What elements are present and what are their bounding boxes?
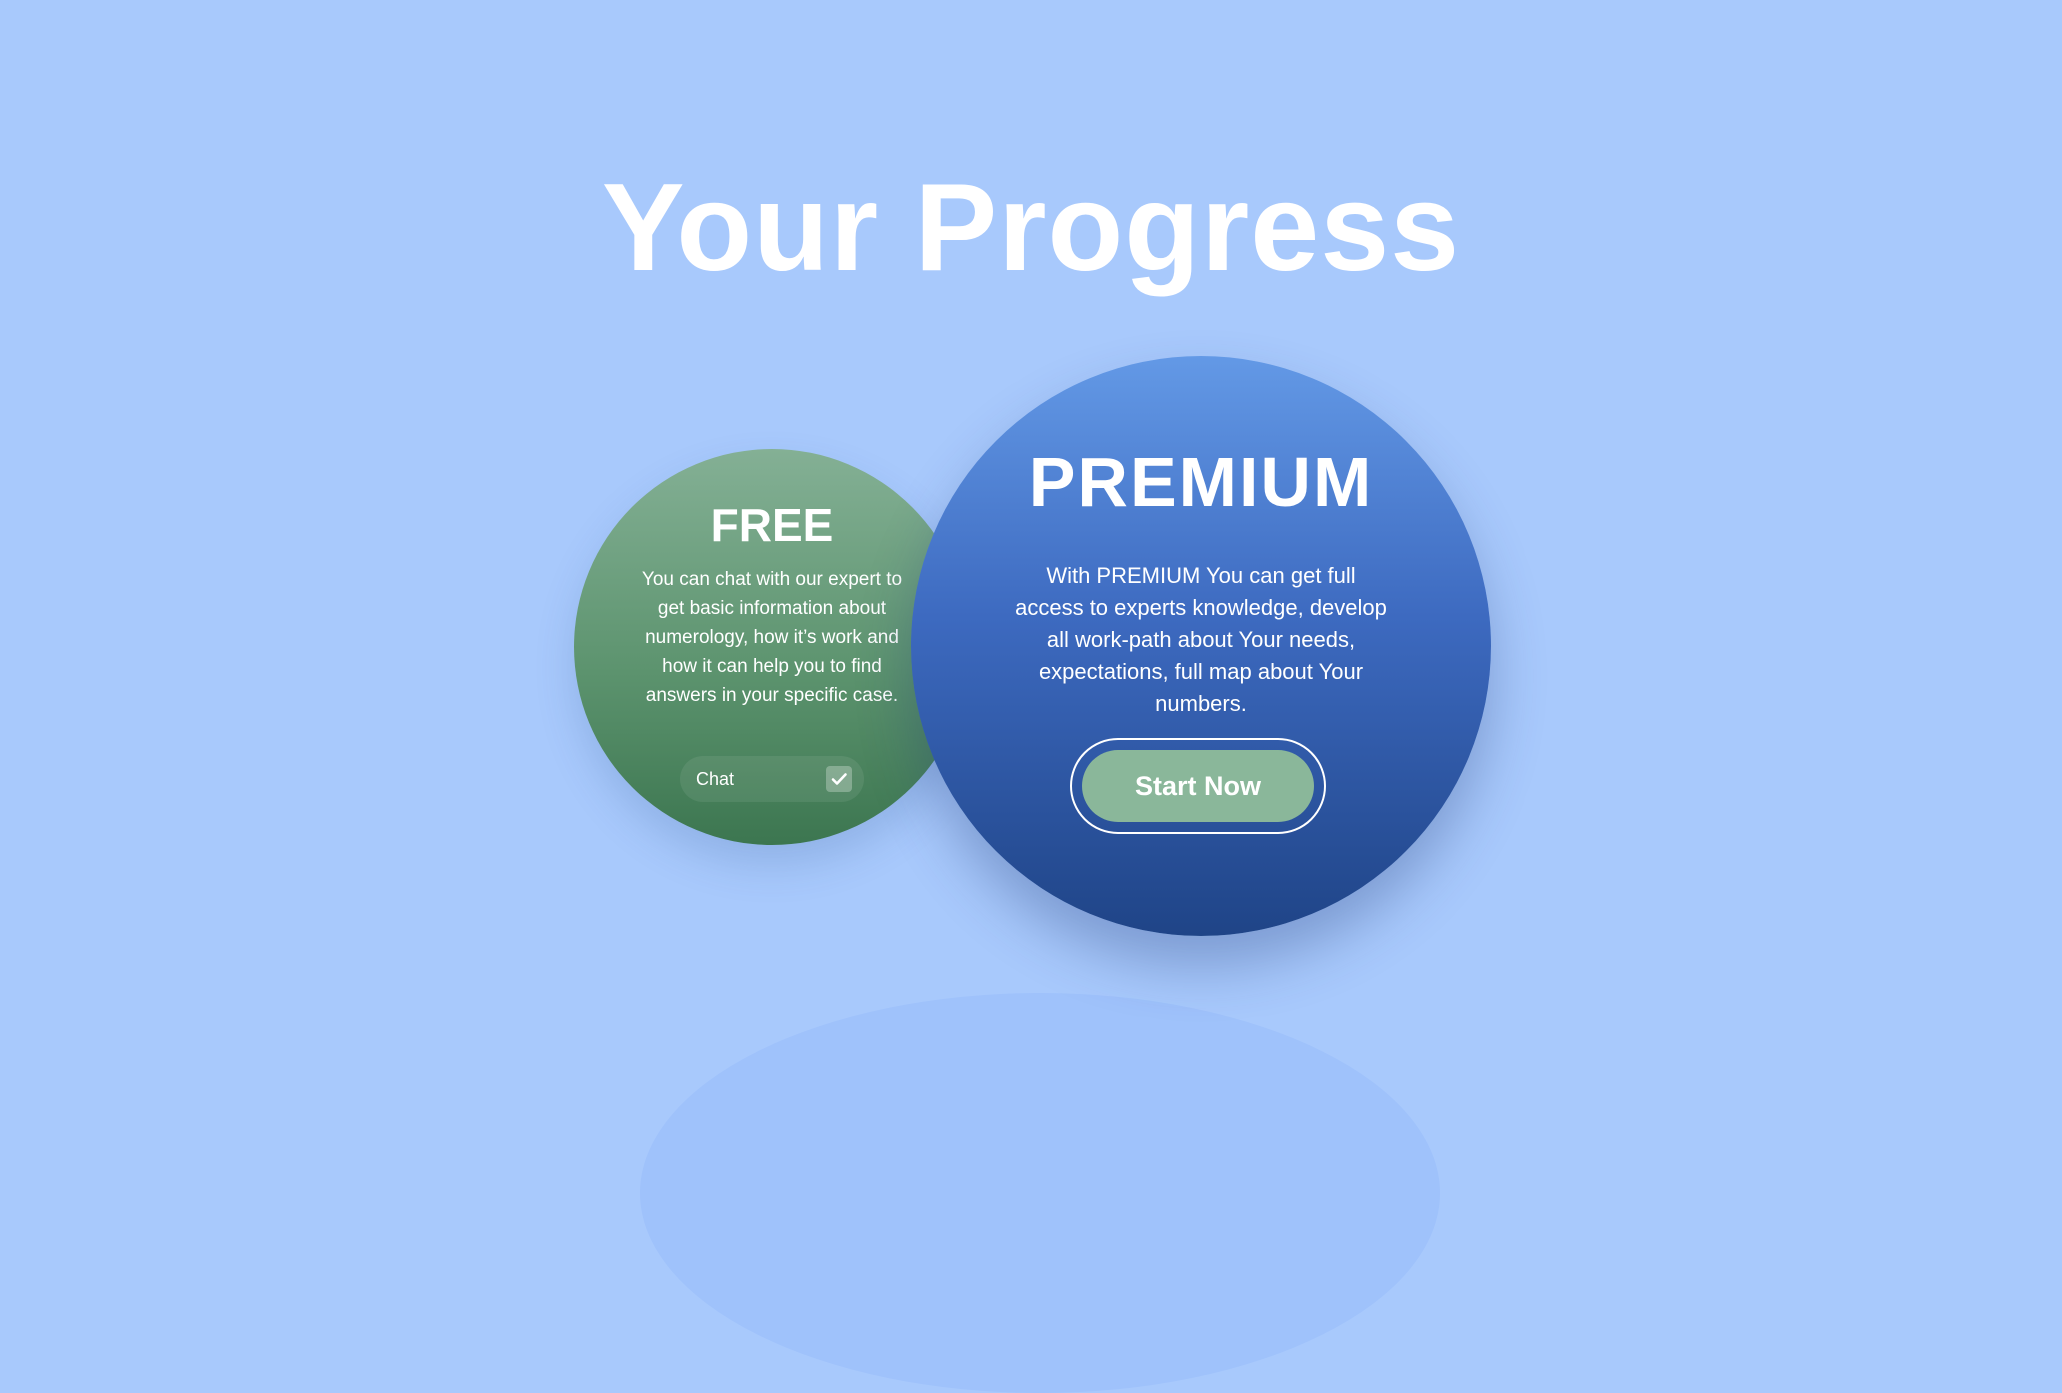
- chat-feature-toggle[interactable]: Chat: [680, 756, 864, 802]
- chat-feature-label: Chat: [696, 769, 735, 789]
- premium-plan-description: With PREMIUM You can get full access to …: [1015, 563, 1387, 716]
- page-title: Your Progress: [601, 159, 1461, 297]
- start-now-button-ring: Start Now: [1070, 738, 1326, 834]
- check-icon[interactable]: [826, 766, 852, 792]
- background-decoration: [640, 993, 1440, 1393]
- start-now-button[interactable]: Start Now: [1082, 750, 1314, 822]
- free-plan-description: You can chat with our expert to get basi…: [641, 569, 903, 706]
- premium-plan-card: PREMIUM With PREMIUM You can get full ac…: [911, 356, 1491, 936]
- premium-plan-title: PREMIUM: [1028, 443, 1374, 521]
